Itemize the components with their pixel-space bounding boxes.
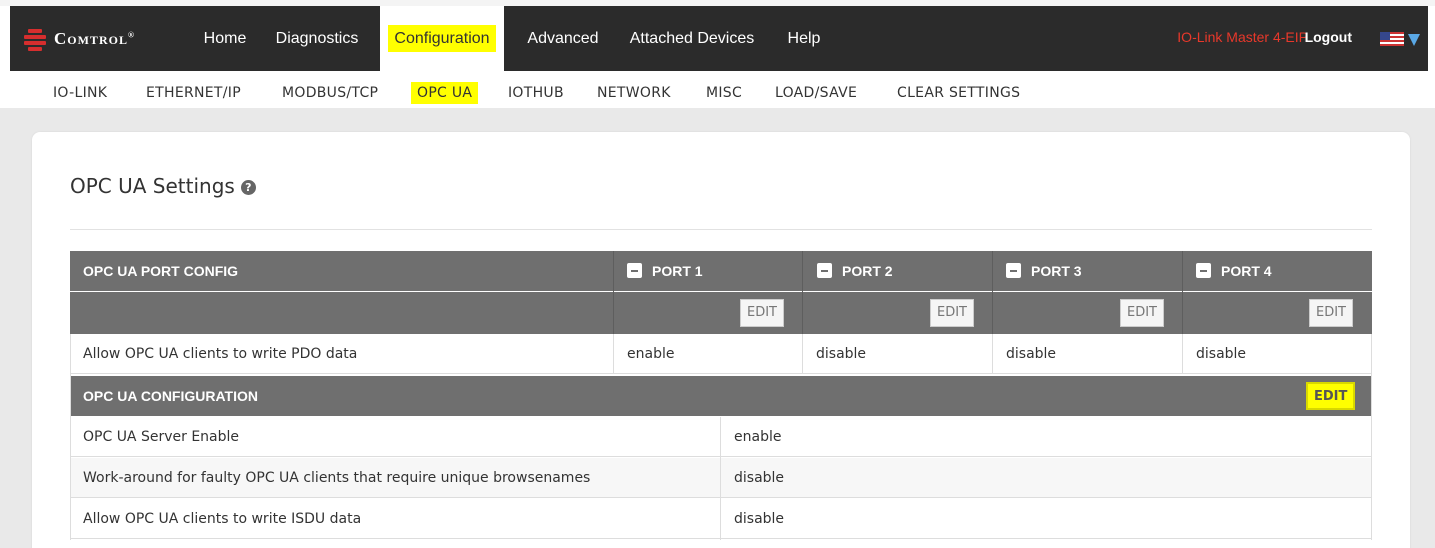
isdu-write-label: Allow OPC UA clients to write ISDU data [70, 499, 721, 539]
top-bar: Comtrol® Home Diagnostics Configuration … [0, 0, 1435, 76]
nav-advanced[interactable]: Advanced [513, 6, 613, 71]
cell-divider [1182, 334, 1183, 374]
subnav-clear-settings[interactable]: CLEAR SETTINGS [897, 82, 1020, 104]
port-3-header[interactable]: PORT 3 [1006, 251, 1082, 291]
port-edit-row: EDIT EDIT EDIT EDIT [70, 292, 1372, 334]
settings-panel: OPC UA Settings? OPC UA PORT CONFIG PORT… [32, 132, 1410, 548]
subnav-misc[interactable]: MISC [706, 82, 742, 104]
port-1-header[interactable]: PORT 1 [627, 251, 703, 291]
nav-help[interactable]: Help [774, 6, 834, 71]
port-1-pdo-value: enable [614, 334, 803, 374]
port-3-edit-button[interactable]: EDIT [1120, 299, 1164, 327]
configuration-edit-button[interactable]: EDIT [1306, 382, 1356, 410]
nav-attached-devices[interactable]: Attached Devices [616, 6, 768, 71]
port-2-pdo-value: disable [803, 334, 993, 374]
collapse-icon[interactable] [817, 263, 832, 278]
header-divider [613, 251, 614, 334]
port-3-pdo-value: disable [993, 334, 1183, 374]
table-border [1371, 334, 1372, 540]
configuration-header: OPC UA CONFIGURATION EDIT [70, 376, 1372, 416]
port-2-header[interactable]: PORT 2 [817, 251, 893, 291]
server-enable-value: enable [721, 417, 1372, 457]
comtrol-logo[interactable]: Comtrol® [22, 6, 135, 71]
collapse-icon[interactable] [1196, 263, 1211, 278]
subnav-iothub[interactable]: IOTHUB [508, 82, 564, 104]
isdu-write-value: disable [721, 499, 1372, 539]
cell-divider [613, 334, 614, 374]
chevron-down-icon[interactable] [1408, 34, 1420, 46]
nav-home[interactable]: Home [192, 6, 258, 71]
port-2-edit-button[interactable]: EDIT [930, 299, 974, 327]
subnav-ethernet-ip[interactable]: ETHERNET/IP [146, 82, 241, 104]
comtrol-logo-icon [22, 26, 48, 52]
pdo-write-label: Allow OPC UA clients to write PDO data [70, 334, 614, 374]
device-name: IO-Link Master 4-EIP [1177, 29, 1308, 45]
nav-configuration-label: Configuration [388, 25, 496, 52]
nav-diagnostics[interactable]: Diagnostics [262, 6, 372, 71]
header-divider [802, 251, 803, 334]
subnav-network[interactable]: NETWORK [597, 82, 671, 104]
browsenames-workaround-value: disable [721, 458, 1372, 498]
browsenames-workaround-label: Work-around for faulty OPC UA clients th… [70, 458, 721, 498]
port-4-pdo-value: disable [1183, 334, 1372, 374]
sub-navbar: IO-LINK ETHERNET/IP MODBUS/TCP OPC UA IO… [0, 76, 1435, 108]
cell-divider [992, 334, 993, 374]
subnav-load-save[interactable]: LOAD/SAVE [775, 82, 857, 104]
brand-name: Comtrol® [54, 28, 135, 48]
logout-link[interactable]: Logout [1305, 6, 1352, 71]
port-4-edit-button[interactable]: EDIT [1309, 299, 1353, 327]
page-title: OPC UA Settings? [70, 174, 256, 198]
cell-divider [802, 334, 803, 374]
port-config-header: OPC UA PORT CONFIG PORT 1 PORT 2 PORT 3 … [70, 251, 1372, 291]
subnav-modbus-tcp[interactable]: MODBUS/TCP [282, 82, 378, 104]
port-4-header[interactable]: PORT 4 [1196, 251, 1272, 291]
flag-us-icon[interactable] [1380, 32, 1404, 46]
cell-divider [720, 417, 721, 540]
table-border [70, 334, 71, 540]
divider [70, 229, 1372, 230]
collapse-icon[interactable] [627, 263, 642, 278]
port-config-title: OPC UA PORT CONFIG [83, 263, 239, 279]
nav-configuration[interactable]: Configuration [380, 6, 504, 71]
main-navbar: Comtrol® Home Diagnostics Configuration … [10, 6, 1428, 71]
subnav-io-link[interactable]: IO-LINK [53, 82, 107, 104]
subnav-opc-ua[interactable]: OPC UA [411, 82, 479, 104]
configuration-title: OPC UA CONFIGURATION [83, 388, 258, 404]
help-icon[interactable]: ? [240, 180, 256, 195]
port-1-edit-button[interactable]: EDIT [740, 299, 784, 327]
header-divider [1182, 251, 1183, 334]
server-enable-label: OPC UA Server Enable [70, 417, 721, 457]
header-divider [992, 251, 993, 334]
collapse-icon[interactable] [1006, 263, 1021, 278]
